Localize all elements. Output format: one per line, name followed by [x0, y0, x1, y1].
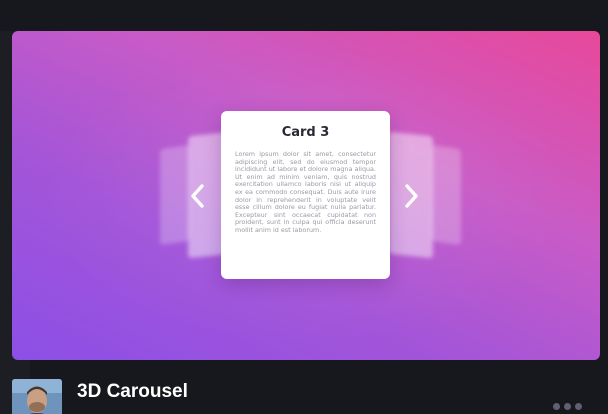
chevron-left-icon — [191, 184, 204, 208]
pen-footer: 3D Carousel — [0, 360, 608, 414]
carousel-card-active[interactable]: Card 3 Lorem ipsum dolor sit amet, conse… — [221, 111, 390, 279]
more-dots-icon — [553, 402, 560, 410]
project-title[interactable]: 3D Carousel — [77, 381, 188, 403]
carousel-preview[interactable]: Card 3 Lorem ipsum dolor sit amet, conse… — [12, 31, 600, 360]
avatar[interactable] — [12, 379, 62, 414]
more-dots-icon — [564, 402, 571, 410]
more-options-button[interactable] — [553, 400, 589, 412]
more-dots-icon — [575, 402, 582, 410]
card-title: Card 3 — [281, 125, 330, 140]
author-photo — [12, 379, 62, 414]
next-button[interactable] — [398, 181, 424, 211]
pen-page: Card 3 Lorem ipsum dolor sit amet, conse… — [0, 0, 608, 414]
carousel-card-far-right[interactable] — [431, 144, 461, 246]
prev-button[interactable] — [185, 181, 211, 211]
chevron-right-icon — [405, 184, 418, 208]
card-body-text: Lorem ipsum dolor sit amet, consectetur … — [235, 150, 376, 234]
